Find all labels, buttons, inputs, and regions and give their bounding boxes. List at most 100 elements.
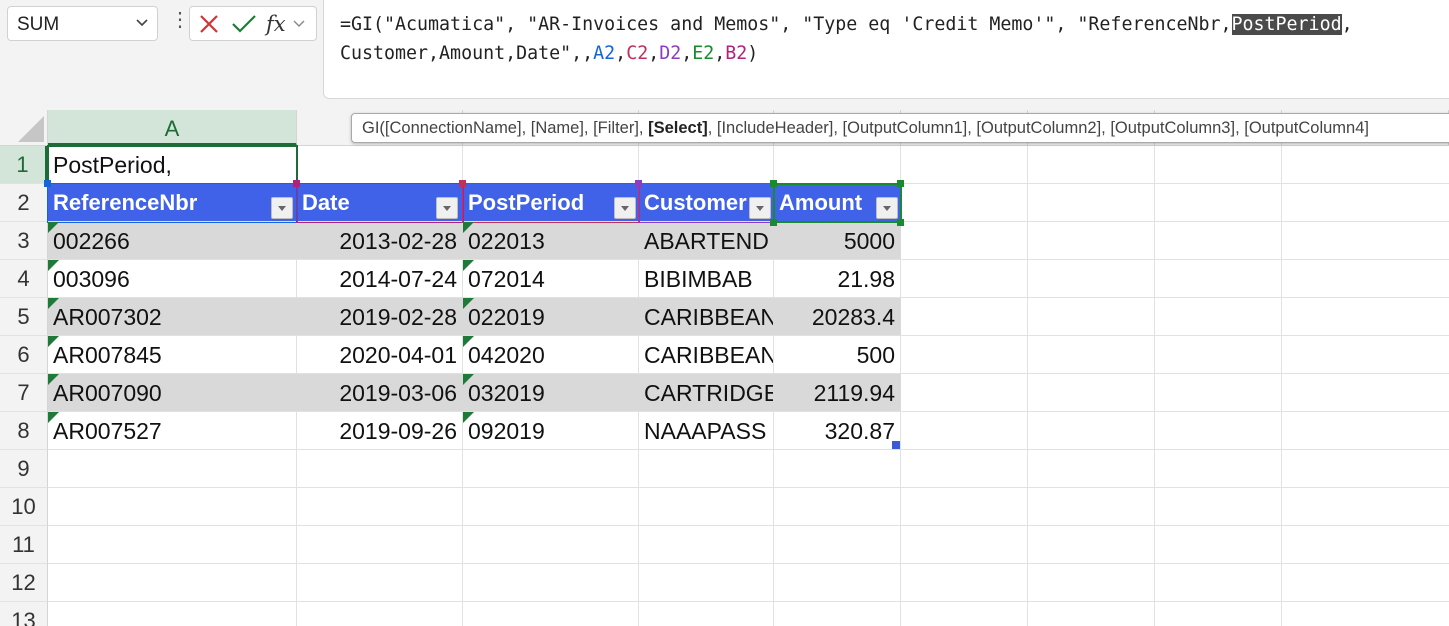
cell-customer[interactable]: CARTRIDGE <box>639 374 773 412</box>
row-header-1[interactable]: 1 <box>0 146 48 184</box>
table-resize-handle[interactable] <box>892 441 900 449</box>
formula-token: , <box>648 43 660 64</box>
formula-token: =GI("Acumatica", "AR-Invoices and Memos"… <box>340 14 1232 35</box>
chevron-down-icon[interactable] <box>135 15 149 34</box>
formula-input[interactable]: =GI("Acumatica", "AR-Invoices and Memos"… <box>323 0 1449 99</box>
ref-highlight-c2 <box>462 183 640 223</box>
cell-postperiod[interactable]: 092019 <box>463 412 638 450</box>
cell-referencenbr[interactable]: 003096 <box>48 260 296 298</box>
row-header-13[interactable]: 13 <box>0 602 48 626</box>
cell-date[interactable]: 2019-02-28 <box>297 298 462 336</box>
chevron-down-icon[interactable] <box>292 9 312 39</box>
select-all-button[interactable] <box>0 110 48 146</box>
row-header-9[interactable]: 9 <box>0 450 48 488</box>
tooltip-current-arg[interactable]: [Select] <box>648 119 708 137</box>
formula-line-1: =GI("Acumatica", "AR-Invoices and Memos"… <box>340 10 1449 39</box>
row-header-11[interactable]: 11 <box>0 526 48 564</box>
worksheet-grid[interactable]: A 1 2 3 4 5 6 7 8 9 10 11 12 13 PostPeri… <box>0 110 1449 626</box>
ref-handle[interactable] <box>897 180 904 187</box>
formula-bar-area: SUM ⋮ fx =GI("Acumatica", "AR-Invoices a… <box>0 0 1449 110</box>
gridline <box>1281 146 1282 626</box>
ref-handle[interactable] <box>770 180 777 187</box>
row-header-10[interactable]: 10 <box>0 488 48 526</box>
cell-date[interactable]: 2013-02-28 <box>297 222 462 260</box>
number-as-text-indicator <box>463 336 474 347</box>
enter-check-icon[interactable] <box>230 9 258 39</box>
formula-line-2: Customer,Amount,Date",,A2,C2,D2,E2,B2) <box>340 39 1449 68</box>
formula-token: E2 <box>692 43 715 64</box>
insert-function-button[interactable]: fx <box>266 9 290 39</box>
gridline <box>48 525 1449 526</box>
number-as-text-indicator <box>48 260 59 271</box>
formula-token: , <box>1341 14 1353 35</box>
row-header-7[interactable]: 7 <box>0 374 48 412</box>
gridline <box>48 563 1449 564</box>
cell-customer[interactable]: CARIBBEAN <box>639 336 773 374</box>
ref-highlight-d2 <box>638 183 775 223</box>
function-tooltip: GI([ConnectionName], [Name], [Filter], [… <box>351 113 1449 143</box>
number-as-text-indicator <box>48 336 59 347</box>
tooltip-prefix: GI([ConnectionName], [Name], [Filter], <box>362 119 649 137</box>
number-as-text-indicator <box>463 222 474 233</box>
cell-amount[interactable]: 21.98 <box>774 260 900 298</box>
number-as-text-indicator <box>463 412 474 423</box>
cell-postperiod[interactable]: 072014 <box>463 260 638 298</box>
cell-referencenbr[interactable]: AR007527 <box>48 412 296 450</box>
cell-amount[interactable]: 5000 <box>774 222 900 260</box>
formula-token: ) <box>747 43 759 64</box>
formula-token: , <box>681 43 693 64</box>
row-header-12[interactable]: 12 <box>0 564 48 602</box>
cell-amount[interactable]: 2119.94 <box>774 374 900 412</box>
number-as-text-indicator <box>463 374 474 385</box>
cell-referencenbr[interactable]: AR007302 <box>48 298 296 336</box>
formula-token: , <box>714 43 726 64</box>
name-box[interactable]: SUM <box>7 6 158 41</box>
ref-highlight-e2 <box>773 183 902 223</box>
cell-amount[interactable]: 20283.4 <box>774 298 900 336</box>
row-header-6[interactable]: 6 <box>0 336 48 374</box>
cell-amount[interactable]: 500 <box>774 336 900 374</box>
row-header-2[interactable]: 2 <box>0 184 48 222</box>
cell-customer[interactable]: BIBIMBAB <box>639 260 773 298</box>
cell-date[interactable]: 2019-09-26 <box>297 412 462 450</box>
cell-date[interactable]: 2019-03-06 <box>297 374 462 412</box>
cell-referencenbr[interactable]: AR007090 <box>48 374 296 412</box>
cell-customer[interactable]: ABARTEND <box>639 222 773 260</box>
cell-referencenbr[interactable]: 002266 <box>48 222 296 260</box>
cancel-icon[interactable] <box>196 9 222 39</box>
formula-token: Customer,Amount,Date",, <box>340 43 594 64</box>
formula-token: B2 <box>725 43 748 64</box>
gridline <box>48 601 1449 602</box>
more-options-icon[interactable]: ⋮ <box>170 10 190 30</box>
column-header-a[interactable]: A <box>48 110 297 146</box>
row-header-5[interactable]: 5 <box>0 298 48 336</box>
cell-date[interactable]: 2014-07-24 <box>297 260 462 298</box>
cell-customer[interactable]: NAAAPASS <box>639 412 773 450</box>
cell-referencenbr[interactable]: AR007845 <box>48 336 296 374</box>
cell-postperiod[interactable]: 042020 <box>463 336 638 374</box>
cell-postperiod[interactable]: 032019 <box>463 374 638 412</box>
cell-amount[interactable]: 320.87 <box>774 412 900 450</box>
formula-token: C2 <box>626 43 649 64</box>
row-header-8[interactable]: 8 <box>0 412 48 450</box>
ref-handle[interactable] <box>635 180 642 187</box>
number-as-text-indicator <box>48 374 59 385</box>
number-as-text-indicator <box>463 298 474 309</box>
row-header-4[interactable]: 4 <box>0 260 48 298</box>
ref-handle[interactable] <box>459 180 466 187</box>
ref-handle[interactable] <box>293 180 300 187</box>
formula-token: D2 <box>659 43 682 64</box>
cell-postperiod[interactable]: 022019 <box>463 298 638 336</box>
number-as-text-indicator <box>48 222 59 233</box>
cell-date[interactable]: 2020-04-01 <box>297 336 462 374</box>
number-as-text-indicator <box>463 260 474 271</box>
row-header-3[interactable]: 3 <box>0 222 48 260</box>
cell-postperiod[interactable]: 022013 <box>463 222 638 260</box>
number-as-text-indicator <box>48 298 59 309</box>
gridline <box>48 487 1449 488</box>
ref-handle[interactable] <box>44 180 51 187</box>
cell-customer[interactable]: CARIBBEAN <box>639 298 773 336</box>
ref-highlight-a2 <box>47 183 298 223</box>
gridline <box>1027 146 1028 626</box>
formula-buttons: fx <box>189 6 317 41</box>
